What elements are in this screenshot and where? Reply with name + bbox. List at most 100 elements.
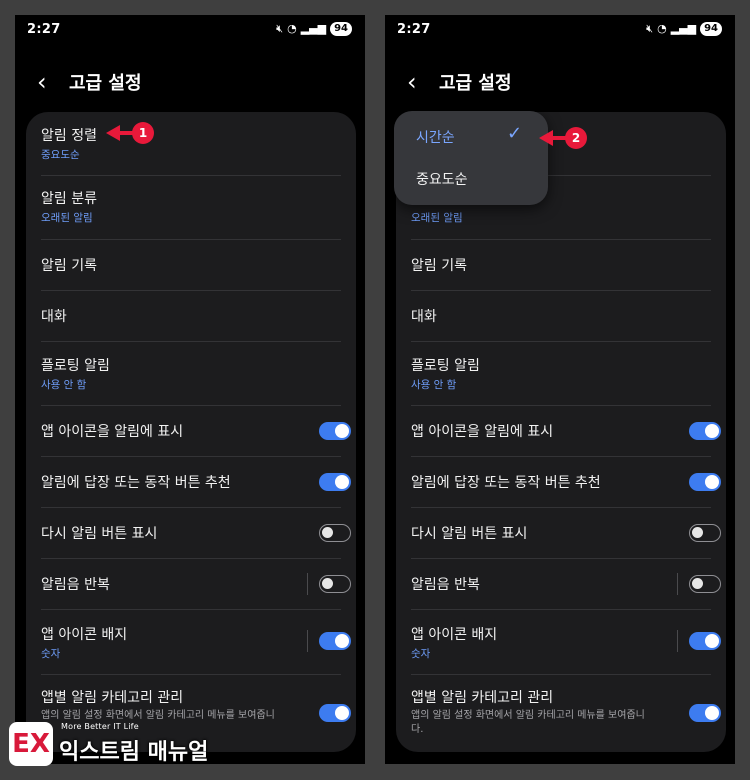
setting-label: 알림음 반복 — [411, 577, 480, 593]
setting-notification-history[interactable]: 알림 기록 — [41, 255, 341, 277]
mute-icon: 🔇︎ — [276, 22, 284, 35]
signal-icon: ▂▄▆ — [300, 22, 327, 35]
vertical-separator — [307, 573, 308, 595]
toggle-switch-off[interactable] — [319, 575, 351, 593]
setting-label: 알림 분류 — [41, 191, 97, 207]
vertical-separator — [677, 630, 678, 652]
setting-suggest-actions[interactable]: 알림에 답장 또는 동작 버튼 추천 — [411, 472, 721, 494]
divider — [411, 239, 711, 240]
divider — [411, 558, 711, 559]
toggle-switch-off[interactable] — [689, 524, 721, 542]
toggle-knob — [322, 578, 333, 589]
divider — [411, 674, 711, 675]
setting-label: 다시 알림 버튼 표시 — [41, 526, 158, 542]
status-bar: 2:27 🔇︎ ◔ ▂▄▆ 94 — [15, 15, 365, 43]
marker-badge: 1 — [132, 122, 154, 144]
toggle-switch-on[interactable] — [319, 704, 351, 722]
setting-show-app-icon[interactable]: 앱 아이콘을 알림에 표시 — [41, 421, 351, 443]
divider — [41, 405, 341, 406]
step-marker-2: 2 — [539, 127, 591, 149]
battery-indicator: 94 — [700, 22, 722, 36]
dropdown-option-time[interactable]: 시간순 — [416, 127, 455, 147]
divider — [41, 507, 341, 508]
setting-label: 알림음 반복 — [41, 577, 110, 593]
setting-show-app-icon[interactable]: 앱 아이콘을 알림에 표시 — [411, 421, 721, 443]
status-icons: 🔇︎ ◔ ▂▄▆ 94 — [646, 21, 722, 37]
setting-notification-category[interactable]: 알림 분류 오래된 알림 — [41, 188, 341, 228]
signal-icon: ▂▄▆ — [670, 22, 697, 35]
setting-notification-sort[interactable]: 알림 정렬 중요도순 — [41, 125, 341, 165]
mute-icon: 🔇︎ — [646, 22, 654, 35]
toggle-knob — [335, 475, 349, 489]
setting-label: 앱별 알림 카테고리 관리 — [411, 690, 554, 706]
toggle-knob — [692, 527, 703, 538]
toggle-knob — [705, 475, 719, 489]
setting-label: 앱 아이콘을 알림에 표시 — [411, 424, 554, 440]
setting-value: 오래된 알림 — [41, 212, 93, 224]
divider — [41, 609, 341, 610]
divider — [41, 456, 341, 457]
divider — [41, 290, 341, 291]
setting-label: 앱 아이콘을 알림에 표시 — [41, 424, 184, 440]
toggle-switch-on[interactable] — [689, 704, 721, 722]
setting-value: 중요도순 — [41, 149, 80, 161]
setting-label: 알림 정렬 — [41, 128, 97, 144]
toggle-switch-on[interactable] — [689, 473, 721, 491]
back-chevron-icon[interactable]: ‹ — [37, 67, 67, 97]
toggle-knob — [335, 424, 349, 438]
setting-conversations[interactable]: 대화 — [41, 306, 341, 328]
setting-suggest-actions[interactable]: 알림에 답장 또는 동작 버튼 추천 — [41, 472, 351, 494]
divider — [41, 175, 341, 176]
phone-screen-right: 2:27 🔇︎ ◔ ▂▄▆ 94 ‹ 고급 설정 알림 정렬 중요도순 알림 분… — [385, 15, 735, 764]
setting-repeat-sound[interactable]: 알림음 반복 — [41, 573, 351, 596]
setting-conversations[interactable]: 대화 — [411, 306, 711, 328]
setting-snooze-button[interactable]: 다시 알림 버튼 표시 — [411, 523, 721, 545]
status-icons: 🔇︎ ◔ ▂▄▆ 94 — [276, 21, 352, 37]
divider — [41, 674, 341, 675]
toggle-knob — [322, 527, 333, 538]
setting-label: 알림에 답장 또는 동작 버튼 추천 — [411, 475, 601, 491]
setting-snooze-button[interactable]: 다시 알림 버튼 표시 — [41, 523, 351, 545]
toggle-knob — [705, 634, 719, 648]
watermark-logo-box: EX — [9, 722, 53, 766]
setting-value: 숫자 — [41, 648, 61, 660]
toggle-switch-off[interactable] — [689, 575, 721, 593]
setting-floating-notifications[interactable]: 플로팅 알림 사용 안 함 — [411, 355, 711, 395]
divider — [411, 290, 711, 291]
setting-app-icon-badge[interactable]: 앱 아이콘 배지 숫자 — [41, 624, 351, 664]
toggle-knob — [335, 634, 349, 648]
toggle-switch-on[interactable] — [319, 632, 351, 650]
setting-value: 숫자 — [411, 648, 431, 660]
setting-label: 플로팅 알림 — [41, 358, 110, 374]
setting-notification-history[interactable]: 알림 기록 — [411, 255, 711, 277]
setting-value: 사용 안 함 — [41, 379, 87, 391]
toggle-switch-on[interactable] — [319, 473, 351, 491]
divider — [411, 609, 711, 610]
status-time: 2:27 — [27, 22, 61, 37]
settings-card: 알림 정렬 중요도순 알림 분류 오래된 알림 알림 기록 대화 플로팅 알림 … — [26, 112, 356, 752]
setting-app-icon-badge[interactable]: 앱 아이콘 배지 숫자 — [411, 624, 721, 664]
toggle-switch-on[interactable] — [689, 422, 721, 440]
phone-screen-left: 2:27 🔇︎ ◔ ▂▄▆ 94 ‹ 고급 설정 알림 정렬 중요도순 알림 분… — [15, 15, 365, 764]
app-header: ‹ 고급 설정 — [407, 67, 512, 97]
divider — [411, 341, 711, 342]
setting-category-management[interactable]: 앱별 알림 카테고리 관리 앱의 알림 설정 화면에서 알림 카테고리 메뉴를 … — [411, 687, 721, 743]
toggle-switch-off[interactable] — [319, 524, 351, 542]
toggle-knob — [692, 578, 703, 589]
setting-floating-notifications[interactable]: 플로팅 알림 사용 안 함 — [41, 355, 341, 395]
watermark-name: 익스트림 매뉴얼 — [59, 740, 209, 765]
toggle-switch-on[interactable] — [689, 632, 721, 650]
divider — [411, 456, 711, 457]
divider — [41, 239, 341, 240]
back-chevron-icon[interactable]: ‹ — [407, 67, 437, 97]
toggle-knob — [705, 706, 719, 720]
sort-dropdown-menu: 시간순 ✓ 중요도순 — [394, 111, 548, 205]
setting-label: 앱 아이콘 배지 — [41, 627, 128, 643]
dropdown-option-importance[interactable]: 중요도순 — [416, 169, 468, 189]
step-marker-1: 1 — [106, 122, 158, 144]
vertical-separator — [307, 630, 308, 652]
toggle-switch-on[interactable] — [319, 422, 351, 440]
page-title: 고급 설정 — [69, 73, 142, 94]
divider — [411, 405, 711, 406]
setting-repeat-sound[interactable]: 알림음 반복 — [411, 573, 721, 596]
